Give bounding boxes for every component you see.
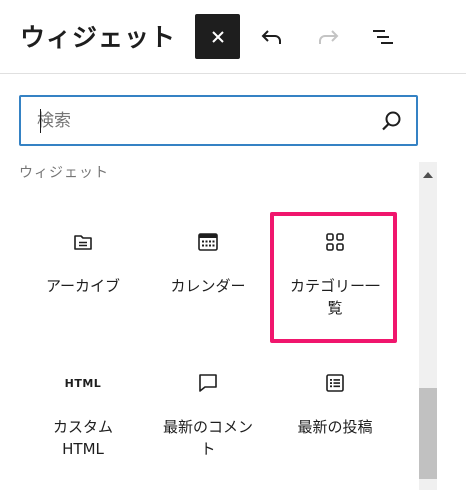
scrollbar[interactable] [419,162,437,490]
undo-button[interactable] [252,14,292,59]
block-custom-html[interactable]: HTML カスタム HTML [23,370,143,460]
block-latest-comments[interactable]: 最新のコメント [148,370,268,460]
block-label: カスタム HTML [53,418,114,458]
comment-icon [199,374,217,392]
widget-panel-header: ウィジェット [0,0,466,74]
post-list-icon [326,374,344,392]
scrollbar-thumb[interactable] [419,388,437,479]
html-icon: HTML [64,376,102,390]
redo-icon [319,29,339,44]
block-label: アーカイブ [45,277,121,295]
search-icon[interactable] [380,109,404,133]
calendar-icon [198,233,218,251]
block-categories[interactable]: カテゴリー一覧 [275,229,395,319]
list-view-button[interactable] [362,14,402,59]
categories-grid-icon [326,233,344,251]
block-search[interactable] [19,95,418,146]
block-label: 最新のコメント [162,418,253,458]
panel-title: ウィジェット [20,23,177,52]
search-input[interactable] [37,107,357,135]
close-icon [211,30,224,43]
block-calendar[interactable]: カレンダー [148,229,268,297]
block-latest-posts[interactable]: 最新の投稿 [275,370,395,438]
block-archive[interactable]: アーカイブ [23,229,143,297]
scroll-up-arrow-icon[interactable] [423,172,433,178]
text-caret [40,109,41,133]
redo-button[interactable] [308,14,348,59]
undo-icon [261,29,281,44]
block-label: カテゴリー一覧 [289,277,380,317]
section-heading: ウィジェット [19,165,109,181]
block-label: 最新の投稿 [297,418,373,436]
block-label: カレンダー [170,277,246,295]
close-button[interactable] [195,14,240,59]
archive-folder-icon [74,235,92,250]
list-view-icon [373,29,393,44]
